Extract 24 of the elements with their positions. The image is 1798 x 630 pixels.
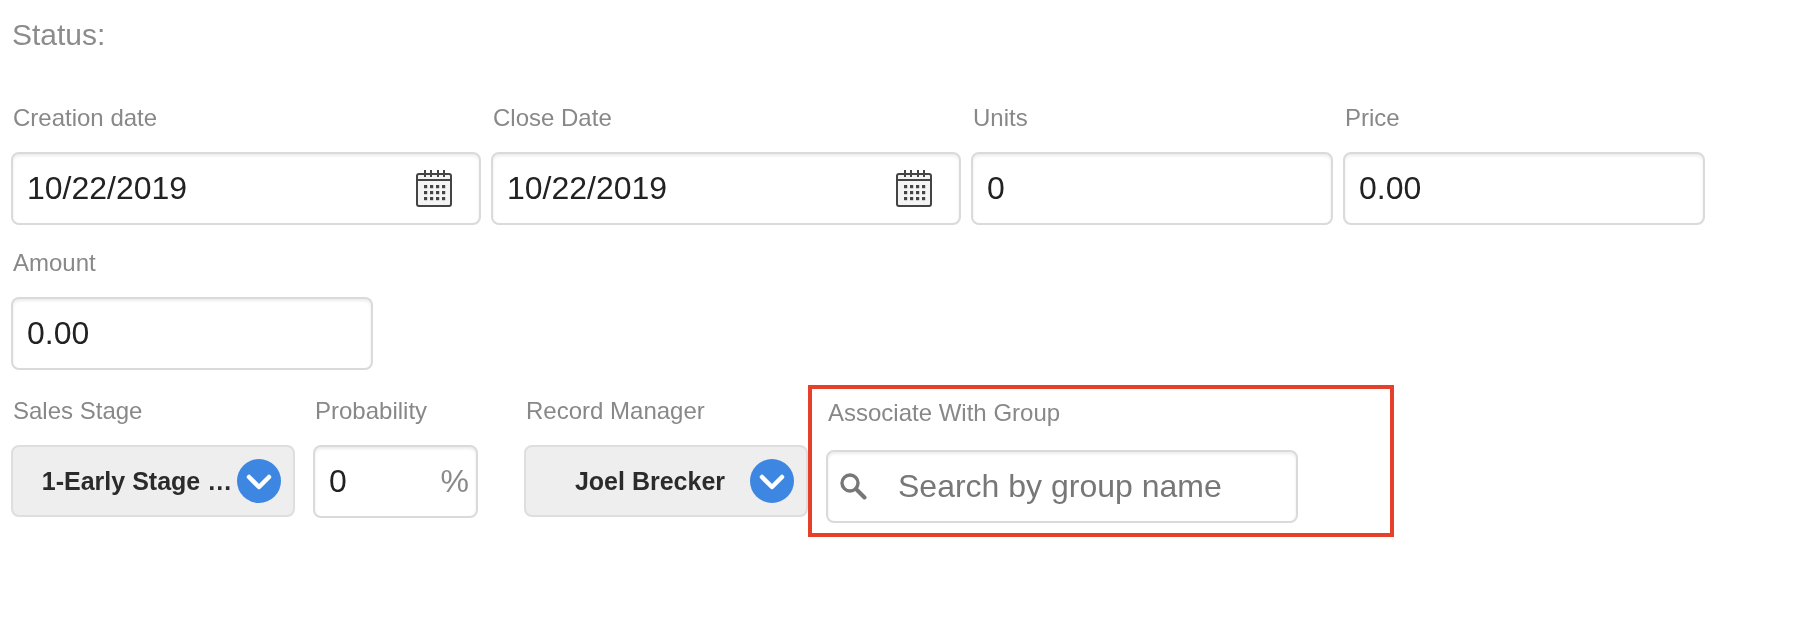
search-icon xyxy=(839,472,867,500)
field-label: Amount xyxy=(13,249,96,277)
field-label: Associate With Group xyxy=(828,399,1061,427)
date-field[interactable]: 10/22/2019 xyxy=(11,152,481,225)
date-field[interactable]: 10/22/2019 xyxy=(491,152,961,225)
field-label: Sales Stage xyxy=(13,397,143,425)
dropdown[interactable]: Joel Brecker xyxy=(524,445,808,517)
percent-field[interactable]: 0 % xyxy=(313,445,478,518)
calendar-icon[interactable] xyxy=(415,169,453,208)
field-label: Units xyxy=(973,104,1028,132)
chevron-down-icon xyxy=(750,459,794,503)
field-label: Probability xyxy=(315,397,428,425)
search-field[interactable]: Search by group name xyxy=(826,450,1298,523)
field-label: Price xyxy=(1345,104,1400,132)
calendar-icon[interactable] xyxy=(895,169,933,208)
field-label: Record Manager xyxy=(526,397,705,425)
chevron-down-icon xyxy=(237,459,281,503)
number-field[interactable]: 0.00 xyxy=(11,297,373,370)
field-label: Creation date xyxy=(13,104,158,132)
status-label: Status: xyxy=(12,17,106,53)
number-field[interactable]: 0 xyxy=(971,152,1333,225)
field-label: Close Date xyxy=(493,104,612,132)
number-field[interactable]: 0.00 xyxy=(1343,152,1705,225)
dropdown[interactable]: 1-Early Stage … xyxy=(11,445,295,517)
